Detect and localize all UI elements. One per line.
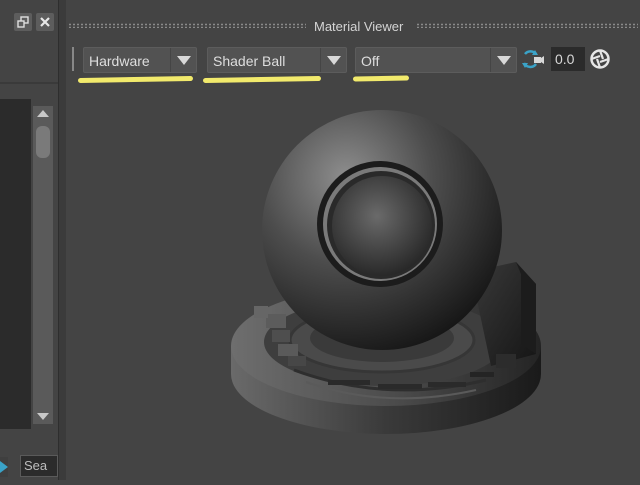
title-grip-right [416,23,638,28]
toolbar-separator [72,47,74,71]
search-input[interactable]: Sea [20,455,58,477]
renderer-dropdown[interactable]: Hardware [83,47,197,73]
geometry-dropdown-label: Shader Ball [213,53,286,69]
highlight-mark [352,75,410,82]
scroll-down-arrow-icon[interactable] [37,413,49,420]
close-icon [40,17,50,27]
scroll-thumb[interactable] [36,126,50,158]
material-preview-viewport[interactable] [66,84,640,480]
chevron-down-icon[interactable] [320,48,346,72]
renderer-dropdown-label: Hardware [89,53,150,69]
geometry-dropdown[interactable]: Shader Ball [207,47,347,73]
highlight-mark [77,75,194,84]
exposure-value-field[interactable]: 0.0 [551,47,585,71]
title-grip-left [68,23,306,28]
outliner-list[interactable] [0,99,31,429]
refresh-camera-icon[interactable] [520,48,544,70]
float-window-icon [17,16,29,28]
aperture-icon[interactable] [589,48,611,70]
outliner-scrollbar[interactable] [33,106,53,424]
outliner-divider [0,82,58,84]
scroll-up-arrow-icon[interactable] [37,110,49,117]
chevron-down-icon[interactable] [170,48,196,72]
environment-dropdown-label: Off [361,53,380,69]
expand-button[interactable] [0,457,8,477]
highlight-mark [202,75,322,84]
panel-title-bar[interactable]: Material Viewer [66,14,640,38]
shader-ball-preview [231,110,541,434]
panel-title: Material Viewer [314,19,404,34]
chevron-down-icon[interactable] [490,48,516,72]
outliner-panel: Sea [0,0,58,480]
close-panel-button[interactable] [36,13,54,31]
material-viewer-panel: Material Viewer Hardware Shader Ball Off [66,0,640,480]
environment-dropdown[interactable]: Off [355,47,517,73]
play-icon [0,461,8,473]
float-window-button[interactable] [14,13,32,31]
outliner-topbar [0,0,58,44]
